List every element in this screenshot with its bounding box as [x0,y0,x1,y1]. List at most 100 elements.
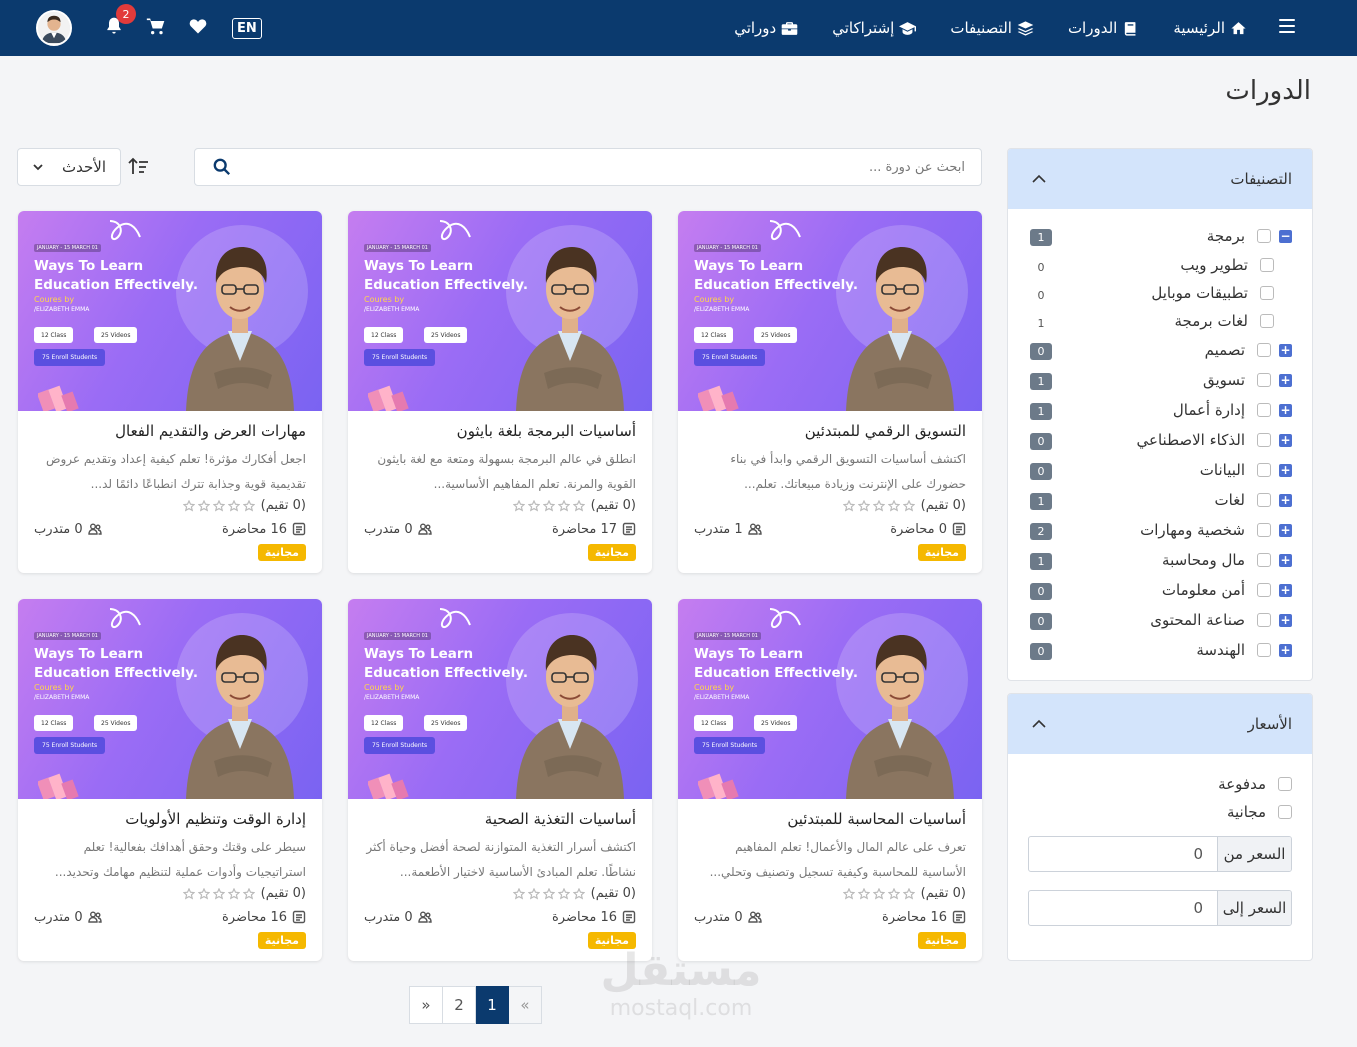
star-icon[interactable] [542,499,555,512]
star-icon[interactable] [557,887,570,900]
avatar[interactable] [36,10,72,46]
course-title[interactable]: إدارة الوقت وتنظيم الأولويات [125,810,306,828]
star-icon[interactable] [182,499,195,512]
category-item[interactable]: + البيانات 0 [1008,455,1312,485]
expand-icon[interactable]: + [1279,523,1292,537]
star-icon[interactable] [527,499,540,512]
category-item[interactable]: + شخصية ومهارات 2 [1008,515,1312,545]
category-checkbox[interactable] [1257,553,1271,567]
category-checkbox[interactable] [1257,229,1271,243]
category-item[interactable]: + الذكاء الاصطناعي 0 [1008,425,1312,455]
category-item[interactable]: + صناعة المحتوى 0 [1008,605,1312,635]
star-icon[interactable] [227,499,240,512]
nav-link-subscriptions[interactable]: إشتراكاتي [832,19,917,37]
notifications-button[interactable]: 2 [104,4,136,40]
sort-order-icon[interactable] [127,157,149,177]
sort-dropdown[interactable]: الأحدث [17,148,121,186]
star-icon[interactable] [857,499,870,512]
category-checkbox[interactable] [1257,433,1271,447]
expand-icon[interactable]: + [1279,373,1292,387]
collapse-icon[interactable]: − [1279,229,1292,243]
category-item[interactable]: + لغات 1 [1008,485,1312,515]
category-item[interactable]: + تسويق 1 [1008,365,1312,395]
price-option-free[interactable]: مجانية [1008,798,1312,826]
star-icon[interactable] [197,499,210,512]
expand-icon[interactable]: + [1279,493,1292,507]
category-item[interactable]: + أمن معلومات 0 [1008,575,1312,605]
star-icon[interactable] [887,499,900,512]
star-icon[interactable] [572,499,585,512]
category-item[interactable]: لغات برمجة 1 [1008,307,1312,335]
star-icon[interactable] [872,887,885,900]
star-icon[interactable] [572,887,585,900]
language-toggle-button[interactable]: EN [232,17,262,39]
star-icon[interactable] [872,499,885,512]
price-from-input[interactable]: 0 [1029,837,1217,871]
category-item[interactable]: + تصميم 0 [1008,335,1312,365]
course-title[interactable]: أساسيات البرمجة بلغة بايثون [457,422,636,440]
prices-panel-header[interactable]: الأسعار [1008,694,1312,754]
course-thumbnail[interactable]: 01 JANUARY - 15 MARCH Ways To Learn Educat… [18,211,322,411]
pagination-next-button[interactable]: » [508,986,542,1024]
star-icon[interactable] [512,887,525,900]
star-icon[interactable] [557,499,570,512]
star-icon[interactable] [227,887,240,900]
category-checkbox[interactable] [1257,523,1271,537]
expand-icon[interactable]: + [1279,403,1292,417]
price-to-input[interactable]: 0 [1029,891,1217,925]
nav-link-my-courses[interactable]: دوراتي [734,19,798,37]
course-card[interactable]: 01 JANUARY - 15 MARCH Ways To Learn Educat… [18,599,322,961]
category-checkbox[interactable] [1257,643,1271,657]
star-icon[interactable] [197,887,210,900]
category-checkbox[interactable] [1257,493,1271,507]
star-icon[interactable] [887,887,900,900]
course-title[interactable]: أساسيات التغذية الصحية [485,810,636,828]
category-item[interactable]: − برمجة 1 [1008,221,1312,251]
pagination-page-2[interactable]: 2 [442,986,476,1024]
category-item[interactable]: تطبيقات موبايل 0 [1008,279,1312,307]
star-icon[interactable] [242,887,255,900]
category-checkbox[interactable] [1257,373,1271,387]
category-item[interactable]: + إدارة أعمال 1 [1008,395,1312,425]
course-card[interactable]: 01 JANUARY - 15 MARCH Ways To Learn Educat… [678,211,982,573]
course-card[interactable]: 01 JANUARY - 15 MARCH Ways To Learn Educat… [348,599,652,961]
star-icon[interactable] [242,499,255,512]
category-checkbox[interactable] [1260,286,1274,300]
course-thumbnail[interactable]: 01 JANUARY - 15 MARCH Ways To Learn Educat… [348,211,652,411]
star-icon[interactable] [542,887,555,900]
course-thumbnail[interactable]: 01 JANUARY - 15 MARCH Ways To Learn Educat… [348,599,652,799]
category-checkbox[interactable] [1257,613,1271,627]
price-paid-checkbox[interactable] [1278,777,1292,791]
star-icon[interactable] [842,499,855,512]
category-checkbox[interactable] [1257,583,1271,597]
expand-icon[interactable]: + [1279,343,1292,357]
star-icon[interactable] [212,499,225,512]
category-checkbox[interactable] [1260,314,1274,328]
expand-icon[interactable]: + [1279,433,1292,447]
star-icon[interactable] [842,887,855,900]
course-thumbnail[interactable]: 01 JANUARY - 15 MARCH Ways To Learn Educat… [18,599,322,799]
course-thumbnail[interactable]: 01 JANUARY - 15 MARCH Ways To Learn Educat… [678,211,982,411]
category-item[interactable]: + الهندسة 0 [1008,635,1312,665]
star-icon[interactable] [857,887,870,900]
expand-icon[interactable]: + [1279,553,1292,567]
price-free-checkbox[interactable] [1278,805,1292,819]
category-item[interactable]: تطوير ويب 0 [1008,251,1312,279]
wishlist-button[interactable] [188,16,208,40]
star-icon[interactable] [212,887,225,900]
expand-icon[interactable]: + [1279,583,1292,597]
course-title[interactable]: التسويق الرقمي للمبتدئين [805,422,966,440]
nav-link-categories[interactable]: التصنيفات [950,19,1034,37]
category-checkbox[interactable] [1257,403,1271,417]
hamburger-menu-icon[interactable] [1279,19,1295,33]
course-thumbnail[interactable]: 01 JANUARY - 15 MARCH Ways To Learn Educat… [678,599,982,799]
category-checkbox[interactable] [1257,463,1271,477]
course-card[interactable]: 01 JANUARY - 15 MARCH Ways To Learn Educat… [678,599,982,961]
expand-icon[interactable]: + [1279,463,1292,477]
pagination-page-1[interactable]: 1 [475,986,509,1024]
course-search-bar[interactable]: ابحث عن دورة ... [194,148,982,186]
search-input[interactable]: ابحث عن دورة ... [869,160,965,175]
course-card[interactable]: 01 JANUARY - 15 MARCH Ways To Learn Educat… [18,211,322,573]
course-card[interactable]: 01 JANUARY - 15 MARCH Ways To Learn Educat… [348,211,652,573]
cart-button[interactable] [146,16,166,40]
